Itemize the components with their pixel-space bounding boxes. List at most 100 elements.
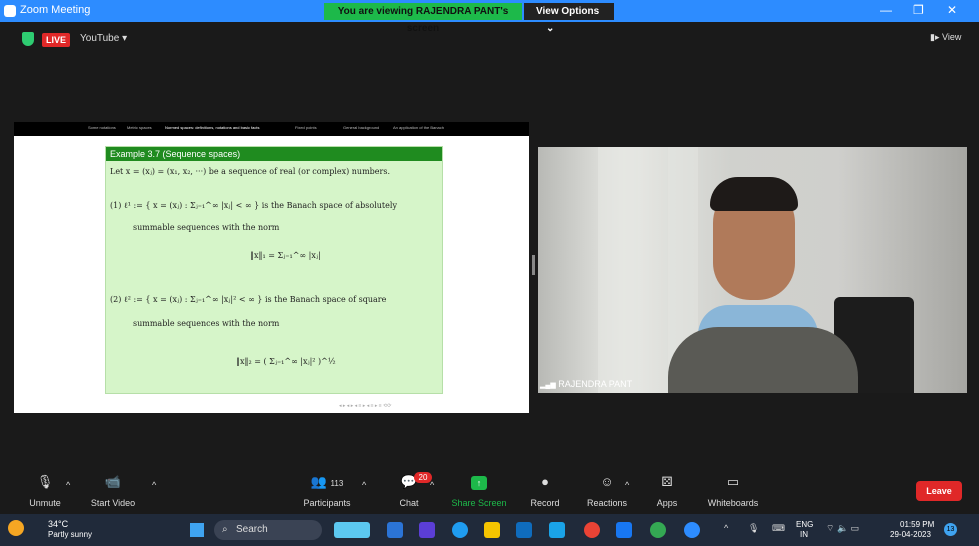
participants-label: Participants [303, 498, 351, 508]
close-button[interactable]: ✕ [947, 3, 957, 17]
view-button[interactable]: ▮▸ View [930, 32, 961, 43]
tray-keyboard-icon[interactable]: ⌨ [772, 523, 785, 534]
video-options-caret[interactable]: ^ [152, 480, 156, 490]
minimize-button[interactable]: — [880, 3, 892, 17]
participant-name: RAJENDRA PANT [558, 379, 633, 389]
search-icon: ⌕ [222, 524, 228, 535]
chrome-profile-icon[interactable] [650, 522, 666, 538]
start-video-label: Start Video [90, 498, 136, 508]
whiteboards-button[interactable]: ▭ Whiteboards [698, 470, 768, 510]
mail-app-icon[interactable] [549, 522, 565, 538]
participant-name-label: ▂▄▆ RAJENDRA PANT [540, 379, 632, 389]
whiteboard-icon: ▭ [726, 474, 740, 489]
weather-sun-icon[interactable] [8, 520, 24, 536]
search-placeholder: Search [236, 524, 268, 535]
participants-count: 113 [330, 479, 344, 488]
curtain-decoration [598, 147, 638, 393]
participants-icon: 👥 113 [292, 474, 362, 490]
start-video-button[interactable]: 📹 Start Video [78, 470, 148, 510]
participants-icon: 👥 [310, 474, 327, 489]
network-volume-battery-icons[interactable]: ⌔ 🔈 ▭ [826, 523, 859, 534]
windows-start-icon[interactable] [190, 523, 204, 537]
apps-label: Apps [656, 498, 678, 508]
record-label: Record [530, 498, 560, 508]
chat-label: Chat [399, 498, 419, 508]
slide-navigation-header: Some notations Metric spaces Normed spac… [14, 122, 529, 136]
slide-text-line: Let x = (xⱼ) = (x₁, x₂, ···) be a sequen… [110, 167, 390, 176]
slide-nav-item: An application of the Banach [393, 125, 444, 130]
person-hair [710, 177, 798, 211]
slide-footer-nav: ◂ ▸ ◂ ▸ ◂ ≡ ▸ ◂ ≡ ▸ ≡ ⟲⟳ [339, 403, 392, 409]
video-off-icon: 📹 [104, 474, 122, 489]
slide-nav-item: General background [343, 125, 380, 130]
example-box: Example 3.7 (Sequence spaces) Let x = (x… [105, 146, 443, 394]
maximize-button[interactable]: ❐ [913, 3, 924, 17]
slide-text-line: (2) ℓ² := { x = (xⱼ) : Σⱼ₌₁^∞ |xⱼ|² < ∞ … [110, 295, 387, 304]
view-button-label: View [942, 32, 962, 42]
share-screen-button[interactable]: ↑ Share Screen [444, 470, 514, 510]
reactions-caret[interactable]: ^ [625, 480, 629, 490]
notification-count-badge[interactable]: 13 [944, 523, 957, 536]
input-language[interactable]: ENG [796, 520, 813, 529]
leave-button[interactable]: Leave [916, 481, 962, 501]
share-screen-icon: ↑ [471, 476, 487, 490]
clock-time[interactable]: 01:59 PM [900, 520, 934, 529]
windows-taskbar: 34°C Partly sunny ⌕ Search ^ 🎙 ⌨ ENG IN … [0, 514, 979, 546]
weather-temperature[interactable]: 34°C [48, 519, 68, 529]
person-vest [668, 327, 858, 393]
chat-button[interactable]: 💬 20 Chat [374, 470, 444, 510]
view-options-button[interactable]: View Options ⌄ [524, 3, 614, 34]
signal-strength-icon: ▂▄▆ [540, 382, 556, 389]
word-app-icon[interactable] [387, 522, 403, 538]
slide-formula: ‖x‖₂ = ( Σⱼ₌₁^∞ |xⱼ|² )^½ [236, 357, 336, 366]
security-shield-icon[interactable] [22, 32, 34, 46]
chrome-browser-icon[interactable] [584, 522, 600, 538]
live-badge[interactable]: LIVE [42, 33, 70, 47]
chevron-down-icon: ⌄ [546, 23, 555, 34]
unmute-button[interactable]: 🎙 Unmute [10, 470, 80, 510]
stream-target-label: YouTube [80, 33, 120, 44]
edge-browser-icon[interactable] [452, 522, 468, 538]
chat-caret[interactable]: ^ [430, 480, 434, 490]
apps-icon: ⚄ [661, 474, 673, 489]
input-region[interactable]: IN [800, 530, 808, 539]
stream-target-dropdown[interactable]: YouTube ▾ [80, 33, 127, 44]
slide-text-line: (1) ℓ¹ := { x = (xⱼ) : Σⱼ₌₁^∞ |xⱼ| < ∞ }… [110, 201, 397, 210]
taskbar-app-icon[interactable] [334, 522, 370, 538]
clock-date[interactable]: 29-04-2023 [890, 530, 931, 539]
audio-options-caret[interactable]: ^ [66, 480, 70, 490]
record-button[interactable]: ● Record [510, 470, 580, 510]
tray-chevron-icon[interactable]: ^ [724, 523, 728, 533]
meeting-toolbar: 🎙 Unmute ^ 📹 Start Video ^ 👥 113 Partici… [0, 470, 979, 510]
taskbar-app-icon[interactable] [419, 522, 435, 538]
tray-microphone-icon[interactable]: 🎙 [748, 523, 759, 534]
share-screen-label: Share Screen [451, 498, 507, 508]
participants-button[interactable]: 👥 113 Participants [292, 470, 362, 510]
chevron-down-icon: ▾ [122, 33, 128, 44]
taskbar-search-box[interactable]: ⌕ Search [214, 520, 322, 540]
slide-text-line: summable sequences with the norm [133, 319, 280, 328]
viewing-screen-banner: You are viewing RAJENDRA PANT's screen [324, 3, 522, 34]
participants-caret[interactable]: ^ [362, 480, 366, 490]
zoom-logo-icon [4, 5, 16, 17]
store-app-icon[interactable] [516, 522, 532, 538]
shared-screen-slide: Some notations Metric spaces Normed spac… [14, 122, 529, 413]
window-titlebar: Zoom Meeting You are viewing RAJENDRA PA… [0, 0, 979, 34]
whiteboards-label: Whiteboards [707, 498, 759, 508]
file-explorer-icon[interactable] [484, 522, 500, 538]
slide-nav-item: Metric spaces [127, 125, 152, 130]
example-title: Example 3.7 (Sequence spaces) [106, 147, 442, 161]
taskbar-app-icon[interactable] [616, 522, 632, 538]
slide-nav-item-active: Normed spaces: definitions, notations an… [165, 125, 260, 130]
view-options-label: View Options [536, 6, 600, 17]
record-icon: ● [541, 474, 549, 489]
apps-button[interactable]: ⚄ Apps [632, 470, 702, 510]
slide-text-line: summable sequences with the norm [133, 223, 280, 232]
view-layout-icon: ▮▸ [930, 32, 940, 42]
slide-nav-item: Fixed points [295, 125, 317, 130]
weather-description[interactable]: Partly sunny [48, 530, 92, 539]
unmute-label: Unmute [29, 498, 61, 508]
zoom-app-icon[interactable] [684, 522, 700, 538]
participant-video-tile[interactable]: ▂▄▆ RAJENDRA PANT [538, 147, 967, 393]
panel-resize-handle[interactable] [532, 255, 535, 275]
